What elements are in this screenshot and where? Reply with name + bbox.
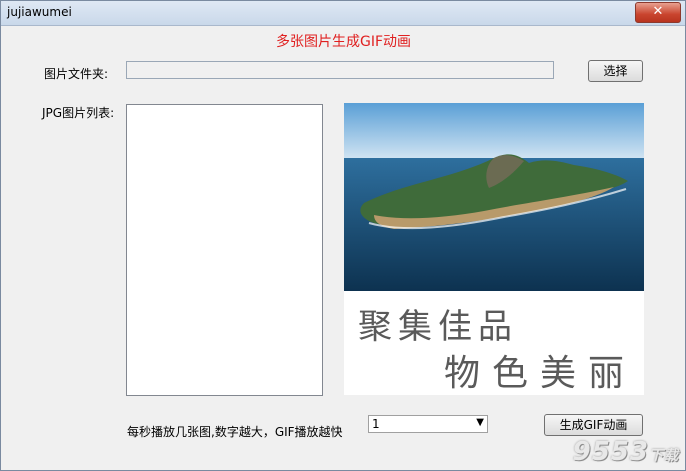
preview-image: 聚集佳品 物色美丽 [344, 103, 644, 395]
watermark-number: 9553 [572, 437, 649, 467]
speed-select[interactable]: 1 ▼ [368, 415, 488, 433]
watermark-text: 下载 [649, 448, 679, 464]
dropdown-arrow-icon: ▼ [476, 417, 484, 428]
speed-value: 1 [372, 417, 380, 431]
app-heading: 多张图片生成GIF动画 [275, 34, 412, 50]
title-bar: jujiawumei ✕ [1, 1, 685, 26]
island-photo: 聚集佳品 物色美丽 [344, 103, 644, 395]
image-listbox[interactable] [126, 104, 323, 396]
folder-label: 图片文件夹: [44, 67, 109, 81]
site-watermark-logo: 9553下载 [573, 437, 679, 467]
client-area: 多张图片生成GIF动画 图片文件夹: 选择 JPG图片列表: 聚集佳品 物色美丽… [2, 26, 685, 470]
speed-label: 每秒播放几张图,数字越大，GIF播放越快 [127, 425, 343, 439]
image-list-label: JPG图片列表: [42, 106, 115, 120]
select-folder-label: 选择 [603, 64, 628, 78]
generate-gif-label: 生成GIF动画 [559, 418, 628, 432]
close-button[interactable]: ✕ [635, 2, 681, 23]
select-folder-button[interactable]: 选择 [588, 60, 643, 82]
calligraphy-line-2: 物色美丽 [444, 353, 636, 394]
app-window: jujiawumei ✕ 多张图片生成GIF动画 图片文件夹: 选择 JPG图片… [0, 0, 686, 471]
close-icon: ✕ [652, 4, 664, 19]
generate-gif-button[interactable]: 生成GIF动画 [544, 414, 643, 436]
window-title: jujiawumei [7, 5, 72, 19]
calligraphy-line-1: 聚集佳品 [358, 307, 518, 347]
folder-path-input[interactable] [126, 61, 554, 79]
